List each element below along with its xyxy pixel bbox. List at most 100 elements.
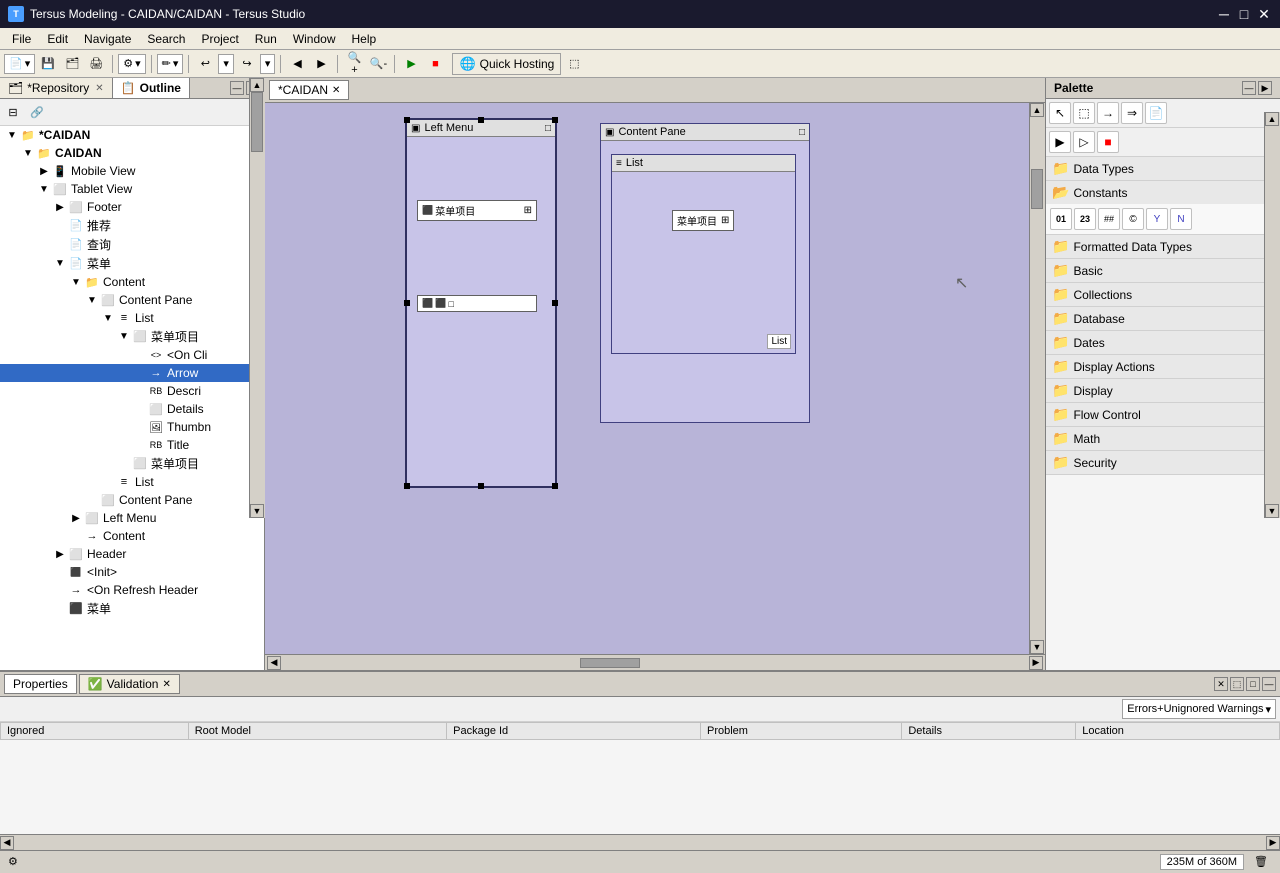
tree-item-on-refresh[interactable]: → <On Refresh Header (0, 581, 264, 599)
tree-item-title[interactable]: RB Title (0, 436, 264, 454)
tree-item-on-cli[interactable]: <> <On Cli (0, 346, 264, 364)
bottom-filter-dropdown[interactable]: Errors+Unignored Warnings ▾ (1122, 699, 1276, 719)
tree-item-header[interactable]: ▶ ⬜ Header (0, 545, 264, 563)
tab-repository[interactable]: 🗂 *Repository ✕ (0, 78, 113, 98)
tree-item-menu-2[interactable]: ⬛ 菜单 (0, 599, 264, 618)
tree-item-tablet[interactable]: ▼ ⬜ Tablet View (0, 180, 264, 198)
toolbar-save[interactable]: 💾 (37, 53, 59, 75)
toggle-descri[interactable] (132, 383, 148, 399)
tree-item-init[interactable]: ⬛ <Init> (0, 563, 264, 581)
tree-item-query[interactable]: 📄 查询 (0, 235, 264, 254)
toggle-menu[interactable]: ▼ (52, 256, 68, 272)
tree-collapse-all[interactable]: ⊟ (2, 101, 24, 123)
repository-close[interactable]: ✕ (95, 83, 103, 94)
col-ignored[interactable]: Ignored (1, 723, 189, 740)
left-menu-widget-1[interactable]: ⬛ 菜单项目 ⊞ (417, 200, 537, 221)
status-clear-btn[interactable]: 🗑 (1250, 851, 1272, 873)
content-pane-maximize[interactable]: □ (799, 127, 805, 138)
tree-item-content-pane[interactable]: ▼ ⬜ Content Pane (0, 291, 264, 309)
palette-section-security-header[interactable]: 📁 Security (1046, 451, 1280, 474)
bottom-layout-btn[interactable]: ⬚ (1230, 677, 1244, 691)
tree-item-thumbn[interactable]: 🖼 Thumbn (0, 418, 264, 436)
tree-link[interactable]: 🔗 (26, 101, 48, 123)
toolbar-nav-dropdown[interactable]: ✏ ▾ (157, 54, 184, 74)
toggle-list-2[interactable] (100, 474, 116, 490)
palette-section-display-header[interactable]: 📁 Display (1046, 379, 1280, 402)
tab-properties[interactable]: Properties (4, 674, 77, 694)
toggle-arrow[interactable] (132, 365, 148, 381)
palette-section-display-actions-header[interactable]: 📁 Display Actions (1046, 355, 1280, 378)
palette-cursor-icon[interactable]: ↖ (1049, 102, 1071, 124)
const-icon-copy[interactable]: © (1122, 208, 1144, 230)
palette-section-data-types-header[interactable]: 📁 Data Types (1046, 157, 1280, 180)
tree-item-content-2[interactable]: → Content (0, 527, 264, 545)
content-pane-frame[interactable]: ▣ Content Pane □ ≡ List 菜 (600, 123, 810, 423)
toggle-query[interactable] (52, 237, 68, 253)
toggle-content-pane-2[interactable] (84, 492, 100, 508)
menu-run[interactable]: Run (247, 30, 285, 48)
palette-section-formatted-header[interactable]: 📁 Formatted Data Types (1046, 235, 1280, 258)
palette-section-basic-header[interactable]: 📁 Basic (1046, 259, 1280, 282)
toggle-on-cli[interactable] (132, 347, 148, 363)
col-package-id[interactable]: Package Id (447, 723, 701, 740)
menu-search[interactable]: Search (139, 30, 193, 48)
const-icon-23[interactable]: 23 (1074, 208, 1096, 230)
tab-validation[interactable]: ✅ Validation ✕ (79, 674, 180, 694)
palette-scroll-down[interactable]: ▼ (1265, 504, 1279, 518)
canvas-scroll-right[interactable]: ▶ (1029, 656, 1043, 670)
menu-help[interactable]: Help (344, 30, 385, 48)
tree-item-menu-item-2[interactable]: ⬜ 菜单项目 (0, 454, 264, 473)
palette-scroll-up[interactable]: ▲ (1265, 112, 1279, 126)
menu-window[interactable]: Window (285, 30, 344, 48)
tree-item-menu-item-1[interactable]: ▼ ⬜ 菜单项目 (0, 327, 264, 346)
palette-arrow-double-icon[interactable]: ⇒ (1121, 102, 1143, 124)
toggle-caidan[interactable]: ▼ (20, 145, 36, 161)
bottom-scroll-right[interactable]: ▶ (1266, 836, 1280, 850)
palette-minimize-btn[interactable]: — (1242, 81, 1256, 95)
toolbar-run[interactable]: ▶ (400, 53, 422, 75)
toolbar-save-all[interactable]: 🗂 (61, 53, 83, 75)
center-tab-caidan[interactable]: *CAIDAN ✕ (269, 80, 349, 100)
toggle-footer[interactable]: ▶ (52, 199, 68, 215)
palette-section-database-header[interactable]: 📁 Database (1046, 307, 1280, 330)
col-problem[interactable]: Problem (701, 723, 902, 740)
toolbar-new-dropdown[interactable]: 📄 ▾ (4, 54, 35, 74)
canvas-scroll-up[interactable]: ▲ (1030, 103, 1044, 117)
tree-item-mobile[interactable]: ▶ 📱 Mobile View (0, 162, 264, 180)
canvas-area[interactable]: ▣ Left Menu □ ⬛ 菜单项目 ⊞ ⬛ (265, 103, 1045, 654)
tree-container[interactable]: ▼ 📁 *CAIDAN ▼ 📁 CAIDAN ▶ 📱 Mobile View ▼… (0, 126, 264, 670)
tree-item-arrow[interactable]: → Arrow (0, 364, 264, 382)
tree-item-list[interactable]: ▼ ≡ List (0, 309, 264, 327)
minimize-button[interactable]: ─ (1216, 6, 1232, 22)
bottom-minimize-btn[interactable]: ✕ (1214, 677, 1228, 691)
tree-item-menu[interactable]: ▼ 📄 菜单 (0, 254, 264, 273)
toggle-mobile[interactable]: ▶ (36, 163, 52, 179)
toggle-header[interactable]: ▶ (52, 546, 68, 562)
toolbar-redo-dropdown[interactable]: ▾ (260, 54, 276, 74)
list-inner-widget[interactable]: 菜单项目 ⊞ (672, 210, 734, 231)
palette-expand-btn[interactable]: ▶ (1258, 81, 1272, 95)
bottom-scroll-left[interactable]: ◀ (0, 836, 14, 850)
toggle-content-pane[interactable]: ▼ (84, 292, 100, 308)
toggle-content[interactable]: ▼ (68, 274, 84, 290)
toolbar-zoom-out[interactable]: 🔍- (367, 53, 389, 75)
toggle-menu-item-1[interactable]: ▼ (116, 329, 132, 345)
tree-item-list-2[interactable]: ≡ List (0, 473, 264, 491)
toolbar-undo[interactable]: ↩ (194, 53, 216, 75)
canvas-scroll-thumb-v[interactable] (1031, 169, 1043, 209)
bottom-close-btn[interactable]: — (1262, 677, 1276, 691)
const-icon-01[interactable]: 01 (1050, 208, 1072, 230)
toggle-title[interactable] (132, 437, 148, 453)
toggle-recommend[interactable] (52, 218, 68, 234)
canvas-scroll-down[interactable]: ▼ (1030, 640, 1044, 654)
palette-play2-icon[interactable]: ▷ (1073, 131, 1095, 153)
toolbar-extra[interactable]: ⬚ (563, 53, 585, 75)
menu-project[interactable]: Project (193, 30, 246, 48)
toolbar-zoom-in[interactable]: 🔍+ (343, 53, 365, 75)
col-root-model[interactable]: Root Model (188, 723, 446, 740)
toggle-content-2[interactable] (68, 528, 84, 544)
palette-arrow-right-icon[interactable]: → (1097, 102, 1119, 124)
toggle-init[interactable] (52, 564, 68, 580)
toolbar-redo[interactable]: ↪ (236, 53, 258, 75)
toggle-menu-2[interactable] (52, 601, 68, 617)
